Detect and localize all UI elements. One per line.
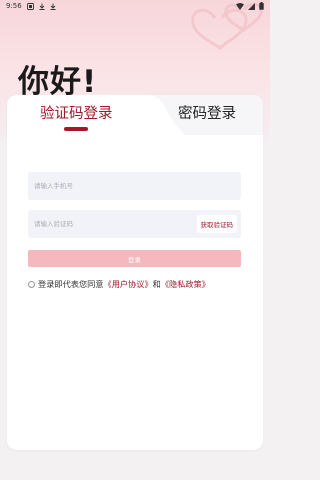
active-tab-indicator — [64, 127, 88, 131]
download-icon — [39, 3, 45, 10]
battery-icon — [259, 2, 264, 10]
phone-field — [28, 172, 241, 200]
status-bar: 9:56 — [0, 0, 270, 12]
agreement-and: 和 — [152, 279, 161, 289]
get-code-button[interactable]: 获取验证码 — [196, 215, 237, 233]
agreement-row: 登录即代表您同意 《用户协议》 和 《隐私政策》 — [28, 278, 210, 290]
login-button[interactable]: 登录 — [28, 250, 241, 267]
login-card — [7, 95, 263, 450]
code-input[interactable] — [28, 210, 178, 238]
phone-input[interactable] — [28, 172, 178, 200]
clock: 9:56 — [6, 2, 22, 10]
download-icon-2 — [50, 3, 56, 10]
user-agreement-link[interactable]: 《用户协议》 — [104, 278, 153, 290]
wifi-icon — [236, 2, 244, 10]
agree-checkbox[interactable] — [28, 280, 35, 288]
signal-icon — [248, 2, 255, 10]
code-field: 获取验证码 — [28, 210, 241, 238]
agreement-prefix: 登录即代表您同意 — [38, 279, 104, 289]
privacy-policy-link[interactable]: 《隐私政策》 — [161, 278, 210, 290]
tab-password-login[interactable]: 密码登录 — [178, 102, 236, 123]
tab-sms-login[interactable]: 验证码登录 — [40, 102, 113, 123]
notification-icon — [26, 2, 34, 10]
